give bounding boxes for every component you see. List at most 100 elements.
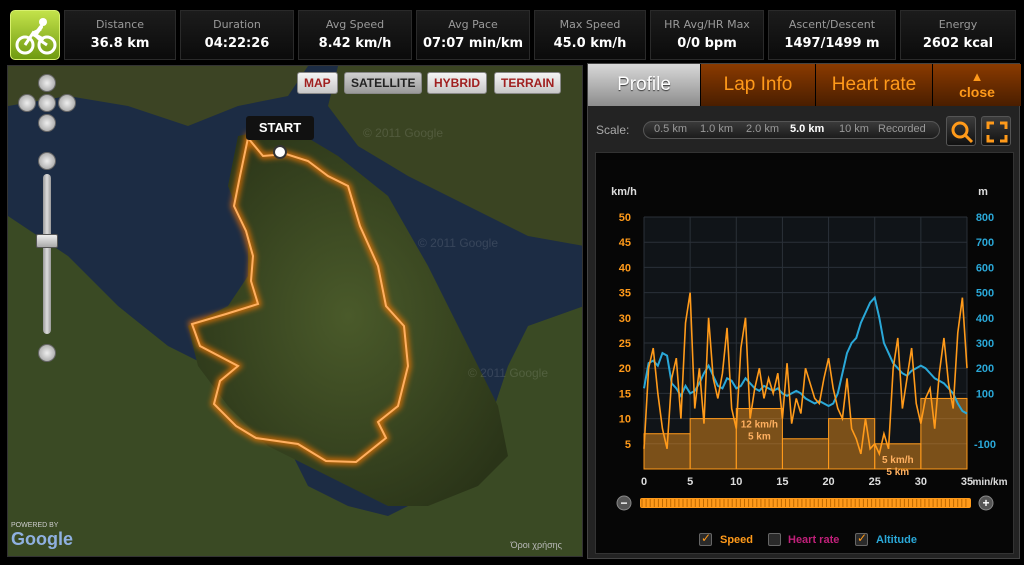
profile-chart: 12 km/h 5 km 5 km/h 5 km 0 5 10 15 20 25 30 35 min/k… (595, 152, 1014, 554)
stat-value: 2602 kcal (922, 36, 994, 51)
pan-center-icon[interactable] (38, 94, 56, 112)
stat-label: Avg Pace (448, 18, 498, 31)
stat-label: Distance (95, 18, 145, 31)
zoom-out-icon[interactable] (38, 344, 56, 362)
scale-option-10km[interactable]: 10 km (839, 123, 869, 135)
map-watermark: © 2011 Google (363, 126, 444, 140)
y-left-tick-label: 25 (619, 338, 631, 350)
x-tick-label: 20 (822, 476, 834, 488)
y-left-tick-label: 5 (625, 439, 631, 451)
legend-altitude: Altitude (876, 534, 917, 546)
scale-option-2km[interactable]: 2.0 km (746, 123, 779, 135)
map-watermark: © 2011 Google (418, 236, 499, 250)
speed-checkbox[interactable] (699, 531, 712, 546)
map-type-hybrid-button[interactable]: HYBRID (427, 72, 488, 94)
pan-down-icon[interactable] (38, 114, 56, 132)
y-left-tick-label: 10 (619, 414, 631, 426)
chart-legend: Speed Heart rate Altitude (596, 529, 1015, 551)
y-right-tick-label: -100 (974, 439, 996, 451)
scale-options: 0.5 km 1.0 km 2.0 km 5.0 km 10 km Record… (643, 121, 940, 139)
stat-value: 0/0 bpm (677, 36, 737, 51)
x-tick-label: 15 (776, 476, 788, 488)
map-watermark: © 2011 Google (468, 366, 549, 380)
scale-option-recorded[interactable]: Recorded (878, 123, 926, 135)
cycling-icon[interactable] (10, 10, 60, 60)
stat-label: Duration (213, 18, 261, 31)
zoom-search-icon[interactable] (946, 116, 976, 146)
scale-label: Scale: (596, 123, 630, 137)
stat-label: Energy (938, 18, 978, 31)
stat-value: 45.0 km/h (553, 36, 627, 51)
map-type-satellite-button[interactable]: SATELLITE (344, 72, 423, 94)
map-type-terrain-button[interactable]: TERRAIN (494, 72, 562, 94)
x-tick-label: 25 (869, 476, 881, 488)
pan-left-icon[interactable] (18, 94, 36, 112)
scale-option-5km[interactable]: 5.0 km (790, 123, 824, 135)
google-text: Google (11, 529, 73, 549)
y-left-tick-label: 40 (619, 262, 631, 274)
y-left-tick-label: 45 (619, 237, 631, 249)
stat-duration: Duration 04:22:26 (180, 10, 294, 60)
lap-bar-label: 5 km (748, 432, 771, 443)
y-right-tick-label: 500 (976, 288, 994, 300)
lap-bar (689, 418, 737, 470)
stat-label: Ascent/Descent (788, 18, 876, 31)
y-left-tick-label: 15 (619, 388, 631, 400)
y-right-axis-label: m (978, 186, 988, 198)
stat-distance: Distance 36.8 km (64, 10, 176, 60)
x-tick-label: 30 (915, 476, 927, 488)
legend-heart-rate: Heart rate (788, 534, 840, 546)
pan-up-icon[interactable] (38, 74, 56, 92)
scale-option-0-5km[interactable]: 0.5 km (654, 123, 687, 135)
altitude-checkbox[interactable] (855, 531, 868, 546)
close-button[interactable]: ▲ close (933, 64, 1021, 106)
y-right-tick-label: 100 (976, 388, 994, 400)
y-right-tick-label: 800 (976, 212, 994, 224)
map-type-map-button[interactable]: MAP (297, 72, 338, 94)
start-label: START (246, 116, 314, 140)
powered-by-text: POWERED BY (11, 522, 59, 529)
legend-speed: Speed (720, 534, 754, 546)
heart-rate-checkbox[interactable] (768, 533, 781, 546)
tab-heart-rate[interactable]: Heart rate (816, 64, 933, 106)
y-right-tick-label: 600 (976, 262, 994, 274)
scale-option-1km[interactable]: 1.0 km (700, 123, 733, 135)
stat-energy: Energy 2602 kcal (900, 10, 1016, 60)
zoom-slider-handle[interactable] (36, 234, 58, 248)
google-logo[interactable]: POWERED BY Google (11, 522, 73, 550)
stat-avg-pace: Avg Pace 07:07 min/km (416, 10, 530, 60)
x-tick-label: 35 (961, 476, 973, 488)
stat-label: Avg Speed (325, 18, 385, 31)
x-tick-label: 0 (641, 476, 647, 488)
route-map[interactable]: © 2011 Google © 2011 Google © 2011 Googl… (7, 65, 583, 557)
map-terms-link[interactable]: Όροι χρήσης (511, 540, 562, 550)
lap-bar (781, 438, 830, 470)
tab-lap-info[interactable]: Lap Info (701, 64, 816, 106)
zoom-in-icon[interactable] (38, 152, 56, 170)
pan-right-icon[interactable] (58, 94, 76, 112)
close-label: close (959, 84, 995, 100)
stat-max-speed: Max Speed 45.0 km/h (534, 10, 646, 60)
x-axis-label: min/km (972, 477, 1007, 488)
y-left-tick-label: 35 (619, 288, 631, 300)
profile-chart-svg[interactable]: 12 km/h5 km5 km/h5 km0 5 10 15 20 25 30 35 min/k… (596, 153, 1015, 525)
range-minus-glyph: − (620, 496, 627, 510)
stat-value: 8.42 km/h (318, 36, 392, 51)
stat-heart-rate: HR Avg/HR Max 0/0 bpm (650, 10, 764, 60)
stat-value: 07:07 min/km (422, 36, 524, 51)
panel-tabs: Profile Lap Info Heart rate ▲ close (588, 64, 1021, 106)
y-right-tick-label: 200 (976, 363, 994, 375)
stat-value: 36.8 km (90, 36, 150, 51)
y-left-axis-label: km/h (611, 186, 637, 198)
start-marker[interactable] (273, 145, 287, 159)
lap-bar-label: 5 km (886, 467, 909, 478)
y-right-tick-label: 300 (976, 338, 994, 350)
tab-profile[interactable]: Profile (588, 64, 701, 106)
stat-label: Max Speed (559, 18, 621, 31)
y-left-tick-label: 50 (619, 212, 631, 224)
stat-label: HR Avg/HR Max (664, 18, 750, 31)
lap-bar-label: 12 km/h (741, 420, 778, 431)
fullscreen-icon[interactable] (981, 116, 1011, 146)
zoom-slider[interactable] (43, 174, 51, 334)
chevron-up-icon: ▲ (970, 69, 984, 84)
